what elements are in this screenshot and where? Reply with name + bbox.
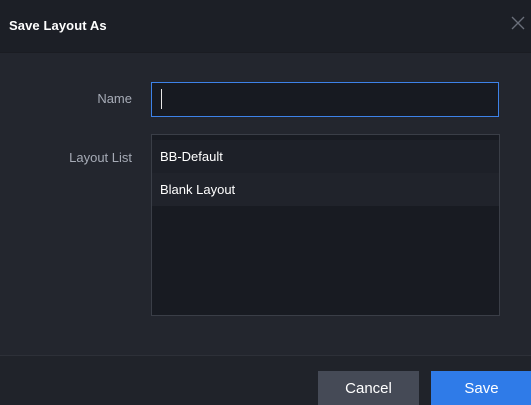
list-item[interactable]: Blank Layout	[152, 173, 499, 206]
dialog-title: Save Layout As	[9, 18, 107, 33]
close-icon[interactable]	[509, 14, 527, 32]
layout-list[interactable]: BB-Default Blank Layout	[151, 134, 500, 316]
name-input[interactable]	[151, 82, 499, 117]
text-caret	[161, 89, 162, 109]
layout-list-label: Layout List	[69, 150, 132, 165]
name-label: Name	[97, 91, 132, 106]
dialog-titlebar: Save Layout As	[0, 0, 531, 53]
list-item[interactable]: BB-Default	[152, 140, 499, 173]
save-layout-dialog: Save Layout As Name Layout List BB-Defau…	[0, 0, 531, 405]
